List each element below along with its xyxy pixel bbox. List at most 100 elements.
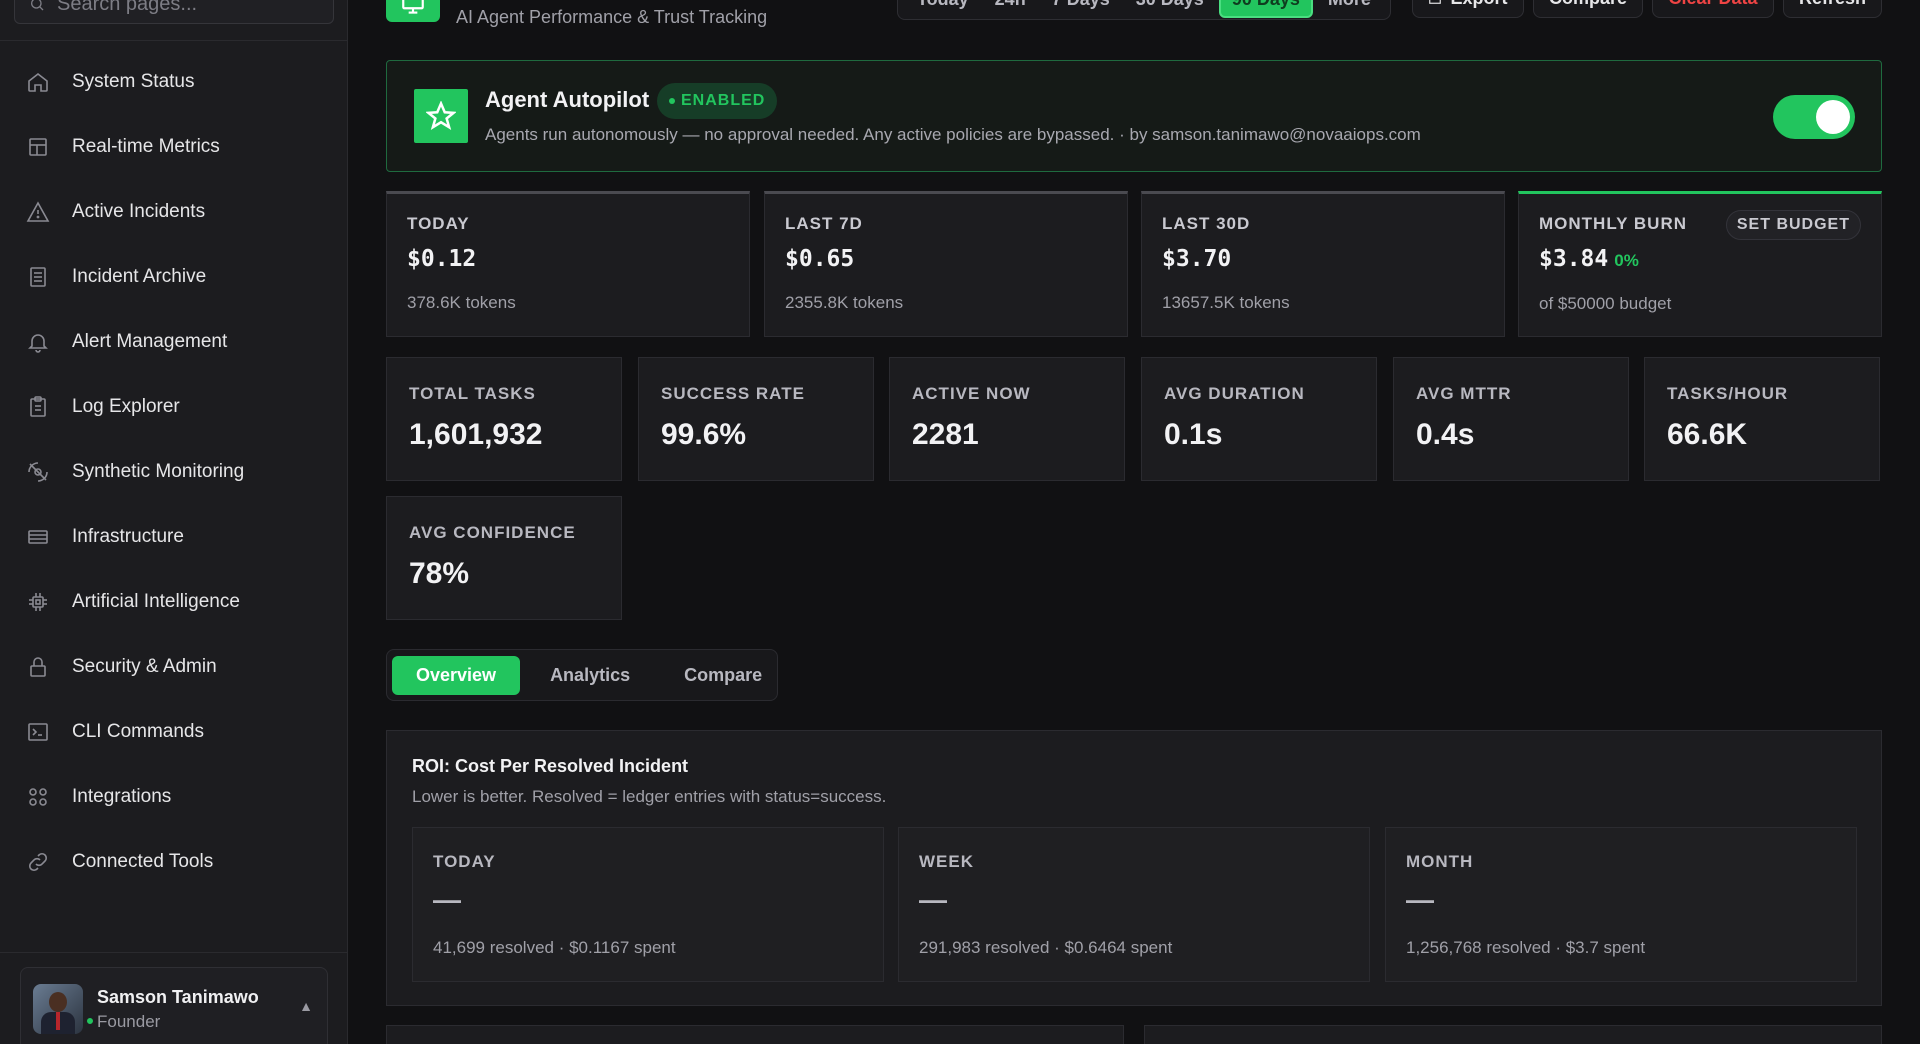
roi-title: ROI: Cost Per Resolved Incident: [412, 756, 689, 776]
user-menu[interactable]: Samson Tanimawo Founder ▲: [20, 967, 328, 1044]
roi-label: TODAY: [433, 852, 496, 871]
metric-label: AVG DURATION: [1164, 384, 1305, 403]
cost-value: $3.70: [1162, 246, 1232, 272]
metric-value: 0.4s: [1416, 418, 1475, 451]
cost-label: LAST 7D: [785, 214, 863, 233]
metric-active-now: ACTIVE NOW 2281: [889, 357, 1125, 481]
sidebar-item-connected-tools[interactable]: Connected Tools: [0, 829, 348, 894]
sidebar-item-alert-management[interactable]: Alert Management: [0, 309, 348, 374]
autopilot-description: Agents run autonomously — no approval ne…: [485, 125, 1421, 144]
metric-success-rate: SUCCESS RATE 99.6%: [638, 357, 874, 481]
range-7-days[interactable]: 7 Days: [1041, 0, 1121, 16]
clear-data-button[interactable]: Clear Data: [1652, 0, 1774, 18]
tab-overview[interactable]: Overview: [392, 655, 521, 695]
metric-tasks-per-hour: TASKS/HOUR 66.6K: [1644, 357, 1880, 481]
user-name: Samson Tanimawo: [97, 986, 259, 1007]
clear-data-label: Clear Data: [1668, 0, 1757, 9]
sidebar-item-security-admin[interactable]: Security & Admin: [0, 634, 348, 699]
grid-icon: [29, 787, 47, 806]
metric-label: SUCCESS RATE: [661, 384, 805, 403]
tab-compare[interactable]: Compare: [660, 656, 786, 695]
page-subtitle: AI Agent Performance & Trust Tracking: [456, 7, 768, 27]
sidebar-item-label: Infrastructure: [72, 525, 184, 547]
sidebar-item-label: Integrations: [72, 785, 172, 807]
sidebar-item-real-time-metrics[interactable]: Real-time Metrics: [0, 114, 348, 179]
roi-value: —: [919, 884, 947, 915]
compare-button[interactable]: Compare: [1533, 0, 1643, 18]
monthly-burn-value: $3.84: [1539, 246, 1609, 272]
divider: [0, 952, 348, 953]
monitor-icon: [386, 0, 440, 22]
cost-tokens: 13657.5K tokens: [1162, 293, 1290, 312]
sidebar-item-log-explorer[interactable]: Log Explorer: [0, 374, 348, 439]
cost-label: TODAY: [407, 214, 470, 233]
status-badge-label: ENABLED: [681, 92, 766, 109]
chart-panel-left: [386, 1025, 1124, 1044]
roi-value: —: [433, 884, 461, 915]
autopilot-toggle[interactable]: [1773, 95, 1855, 139]
download-icon: [1429, 0, 1442, 4]
sidebar-item-label: CLI Commands: [72, 720, 204, 742]
cost-value: $0.12: [407, 246, 477, 272]
refresh-button[interactable]: Refresh: [1783, 0, 1882, 18]
caret-up-icon: ▲: [299, 998, 313, 1014]
sidebar-item-incident-archive[interactable]: Incident Archive: [0, 244, 348, 309]
warning-icon: [26, 200, 50, 222]
range-30-days[interactable]: 30 Days: [1125, 0, 1215, 16]
view-tabs: Overview Analytics Compare: [386, 649, 778, 701]
sidebar-item-cli-commands[interactable]: CLI Commands: [0, 699, 348, 764]
online-status-dot: [85, 1016, 95, 1026]
sidebar-item-active-incidents[interactable]: Active Incidents: [0, 179, 348, 244]
roi-summary: 291,983 resolved · $0.6464 spent: [919, 938, 1173, 957]
metric-label: TOTAL TASKS: [409, 384, 536, 403]
search-input[interactable]: Search pages...: [14, 0, 334, 24]
export-label: Export: [1450, 0, 1507, 9]
export-button[interactable]: Export: [1412, 0, 1524, 18]
refresh-label: Refresh: [1799, 0, 1866, 9]
sidebar-item-label: Artificial Intelligence: [72, 590, 240, 612]
sidebar-item-label: Log Explorer: [72, 395, 180, 417]
cost-tokens: 378.6K tokens: [407, 293, 516, 312]
radar-icon: [28, 461, 48, 482]
sidebar-item-label: Active Incidents: [72, 200, 206, 222]
search-icon: [31, 0, 44, 11]
set-budget-button[interactable]: SET BUDGET: [1725, 210, 1861, 240]
sidebar-item-infrastructure[interactable]: Infrastructure: [0, 504, 348, 569]
compare-label: Compare: [1549, 0, 1627, 9]
metric-avg-duration: AVG DURATION 0.1s: [1141, 357, 1377, 481]
cost-card-30d: LAST 30D $3.70 13657.5K tokens: [1141, 191, 1505, 337]
metric-value: 0.1s: [1164, 418, 1223, 451]
main-content: AI Agent Performance & Trust Tracking To…: [348, 0, 1920, 1044]
metric-label: TASKS/HOUR: [1667, 384, 1789, 403]
divider: [0, 40, 348, 41]
status-badge: ENABLED: [657, 83, 778, 119]
range-90-days[interactable]: 90 Days: [1218, 0, 1313, 18]
metric-value: 99.6%: [661, 418, 747, 451]
sidebar-item-integrations[interactable]: Integrations: [0, 764, 348, 829]
sidebar-item-system-status[interactable]: System Status: [0, 49, 348, 114]
server-icon: [28, 529, 48, 544]
range-today[interactable]: Today: [906, 0, 980, 16]
metric-value: 66.6K: [1667, 418, 1748, 451]
roi-description: Lower is better. Resolved = ledger entri…: [412, 787, 887, 806]
range-more[interactable]: More: [1317, 0, 1382, 16]
chip-icon: [29, 592, 47, 611]
time-range-selector: Today 24h 7 Days 30 Days 90 Days More: [897, 0, 1391, 20]
link-icon: [28, 852, 48, 871]
autopilot-title: Agent Autopilot: [485, 87, 650, 112]
search-placeholder: Search pages...: [57, 0, 198, 15]
cost-card-7d: LAST 7D $0.65 2355.8K tokens: [764, 191, 1128, 337]
status-dot: [669, 98, 675, 104]
sidebar-item-label: System Status: [72, 70, 195, 92]
range-24h[interactable]: 24h: [984, 0, 1037, 16]
sidebar-item-label: Connected Tools: [72, 850, 214, 872]
bell-icon: [28, 333, 48, 353]
sidebar-item-label: Incident Archive: [72, 265, 207, 287]
tab-analytics[interactable]: Analytics: [526, 656, 654, 695]
sidebar-item-synthetic-monitoring[interactable]: Synthetic Monitoring: [0, 439, 348, 504]
cost-card-monthly-burn: MONTHLY BURN SET BUDGET $3.84 0% of $5000…: [1518, 191, 1882, 337]
home-icon: [28, 72, 48, 92]
sidebar-item-label: Real-time Metrics: [72, 135, 220, 157]
sidebar-item-artificial-intelligence[interactable]: Artificial Intelligence: [0, 569, 348, 634]
metric-value: 78%: [409, 557, 470, 590]
